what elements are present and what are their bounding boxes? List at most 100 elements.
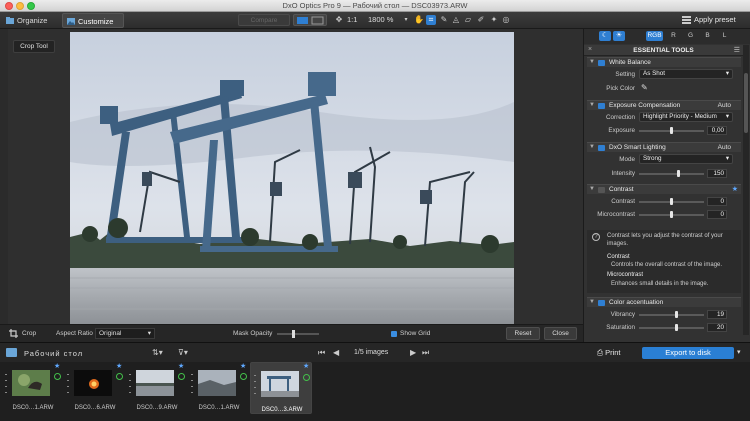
hand-icon[interactable]: ✋ xyxy=(414,15,424,25)
show-grid-checkbox[interactable] xyxy=(391,331,397,337)
moon-icon[interactable]: ☾ xyxy=(599,31,611,41)
mask-opacity-slider[interactable] xyxy=(277,333,319,335)
microcontrast-slider-knob[interactable] xyxy=(670,211,673,218)
split-view-button[interactable] xyxy=(293,14,327,26)
channel-rgb[interactable]: RGB xyxy=(646,31,663,41)
star-icon[interactable]: ★ xyxy=(116,362,122,370)
thumbnail-item[interactable]: ★ DSC0…1.ARW xyxy=(2,362,64,414)
drag-handle[interactable] xyxy=(67,374,69,394)
contrast-header[interactable]: ▼ Contrast ★ xyxy=(587,184,741,194)
contrast-value[interactable]: 0 xyxy=(707,197,727,206)
brush-icon[interactable]: ✐ xyxy=(476,15,486,25)
channel-r[interactable]: R xyxy=(667,31,680,41)
print-button[interactable]: ⎙ Print xyxy=(597,348,621,358)
first-image-icon[interactable]: ⏮ xyxy=(318,348,325,358)
star-icon[interactable]: ★ xyxy=(240,362,246,370)
panel-menu-icon[interactable]: ☰ xyxy=(734,46,740,54)
chevron-down-icon[interactable]: ▾ xyxy=(401,15,411,25)
filter-icon[interactable]: ⊽▾ xyxy=(178,348,188,357)
drag-handle[interactable] xyxy=(129,374,131,394)
split-view-icon xyxy=(297,16,324,25)
star-icon[interactable]: ★ xyxy=(54,362,60,370)
retouch-icon[interactable]: ✦ xyxy=(489,15,499,25)
target-icon[interactable]: ◎ xyxy=(501,15,511,25)
star-icon[interactable]: ★ xyxy=(178,362,184,370)
panel-scrollbar-thumb[interactable] xyxy=(744,73,748,133)
exposure-value[interactable]: 0,00 xyxy=(707,126,727,135)
mode-select[interactable]: Strong ▾ xyxy=(639,154,733,164)
thumbnail-image xyxy=(198,370,236,396)
intensity-slider-knob[interactable] xyxy=(676,170,680,177)
tool-toggle-icon[interactable] xyxy=(598,145,605,151)
vibrancy-slider-knob[interactable] xyxy=(674,311,678,318)
export-to-disk-button[interactable]: Export to disk xyxy=(642,347,734,359)
thumbnail-item-selected[interactable]: ★ DSC0…3.ARW xyxy=(250,362,312,414)
tool-toggle-icon[interactable] xyxy=(598,300,605,306)
next-image-icon[interactable]: ▶ xyxy=(410,348,416,357)
star-icon[interactable]: ★ xyxy=(303,363,309,371)
eyedropper-icon[interactable]: ✎ xyxy=(439,15,449,25)
contrast-slider-knob[interactable] xyxy=(670,198,673,205)
vibrancy-slider[interactable] xyxy=(639,314,704,316)
channel-g[interactable]: G xyxy=(684,31,697,41)
white-balance-header[interactable]: ▼ White Balance xyxy=(587,57,741,67)
aspect-ratio-select[interactable]: Original ▾ xyxy=(95,328,155,339)
compare-button[interactable]: Compare xyxy=(238,14,290,26)
thumbnail-item[interactable]: ★ DSC0…9.ARW xyxy=(126,362,188,414)
mask-opacity-knob[interactable] xyxy=(292,330,295,338)
exposure-header[interactable]: ▼ Exposure Compensation Auto xyxy=(587,100,741,110)
apply-preset-button[interactable]: Apply preset xyxy=(680,14,746,26)
thumbnail-image xyxy=(12,370,50,396)
saturation-slider[interactable] xyxy=(639,327,704,329)
help-contrast-title: Contrast xyxy=(607,254,630,260)
help-micro-title: Microcontrast xyxy=(607,272,644,278)
sun-icon[interactable]: ☀ xyxy=(613,31,625,41)
photo-image xyxy=(70,32,514,324)
white-balance-select[interactable]: As Shot ▾ xyxy=(639,69,733,79)
fit-screen-icon[interactable]: ✥ xyxy=(334,15,344,25)
microcontrast-value[interactable]: 0 xyxy=(707,210,727,219)
channel-b[interactable]: B xyxy=(701,31,714,41)
reset-button[interactable]: Reset xyxy=(506,327,540,340)
perspective-icon[interactable]: ▱ xyxy=(463,15,473,25)
setting-label: Setting xyxy=(615,71,635,78)
printer-icon: ⎙ xyxy=(597,348,606,357)
chevron-down-icon[interactable]: ▾ xyxy=(737,348,741,356)
exposure-slider-knob[interactable] xyxy=(670,127,673,134)
tool-toggle-icon[interactable] xyxy=(598,103,605,109)
smart-lighting-auto[interactable]: Auto xyxy=(718,144,731,151)
color-accentuation-header[interactable]: ▼ Color accentuation xyxy=(587,297,741,307)
eyedropper-icon[interactable]: ✎ xyxy=(641,83,648,92)
vibrancy-value[interactable]: 19 xyxy=(707,310,727,319)
correction-select[interactable]: Highlight Priority - Medium ▾ xyxy=(639,112,733,122)
straighten-icon[interactable]: ◬ xyxy=(451,15,461,25)
tab-customize[interactable]: Customize xyxy=(62,13,124,28)
previous-image-icon[interactable]: ◀ xyxy=(333,348,339,357)
close-crop-button[interactable]: Close xyxy=(544,327,577,340)
thumbnail-name: DSC0…1.ARW xyxy=(12,405,54,411)
tab-organize[interactable]: Organize xyxy=(2,13,60,28)
smart-lighting-header[interactable]: ▼ DxO Smart Lighting Auto xyxy=(587,142,741,152)
intensity-value[interactable]: 150 xyxy=(707,169,727,178)
drag-handle[interactable] xyxy=(191,374,193,394)
saturation-slider-knob[interactable] xyxy=(675,324,679,331)
collapse-arrow-icon: ▼ xyxy=(589,144,595,150)
exposure-auto[interactable]: Auto xyxy=(718,102,731,109)
channel-l[interactable]: L xyxy=(718,31,731,41)
tool-toggle-icon[interactable] xyxy=(598,187,605,193)
tool-toggle-icon[interactable] xyxy=(598,60,605,66)
thumbnail-name: DSC0…6.ARW xyxy=(74,405,116,411)
crop-icon[interactable]: ⌗ xyxy=(426,15,436,25)
zoom-level[interactable]: 1800 % xyxy=(368,15,393,24)
main-photo[interactable] xyxy=(70,32,514,324)
intensity-slider[interactable] xyxy=(639,173,704,175)
drag-handle[interactable] xyxy=(254,375,256,395)
drag-handle[interactable] xyxy=(5,374,7,394)
saturation-value[interactable]: 20 xyxy=(707,323,727,332)
last-image-icon[interactable]: ⏭ xyxy=(422,348,429,358)
sort-icon[interactable]: ⇅▾ xyxy=(152,348,163,357)
zoom-1to1-button[interactable]: 1:1 xyxy=(347,15,357,24)
star-icon[interactable]: ★ xyxy=(732,185,738,193)
thumbnail-item[interactable]: ★ DSC0…6.ARW xyxy=(64,362,126,414)
thumbnail-item[interactable]: ★ DSC0…1.ARW xyxy=(188,362,250,414)
